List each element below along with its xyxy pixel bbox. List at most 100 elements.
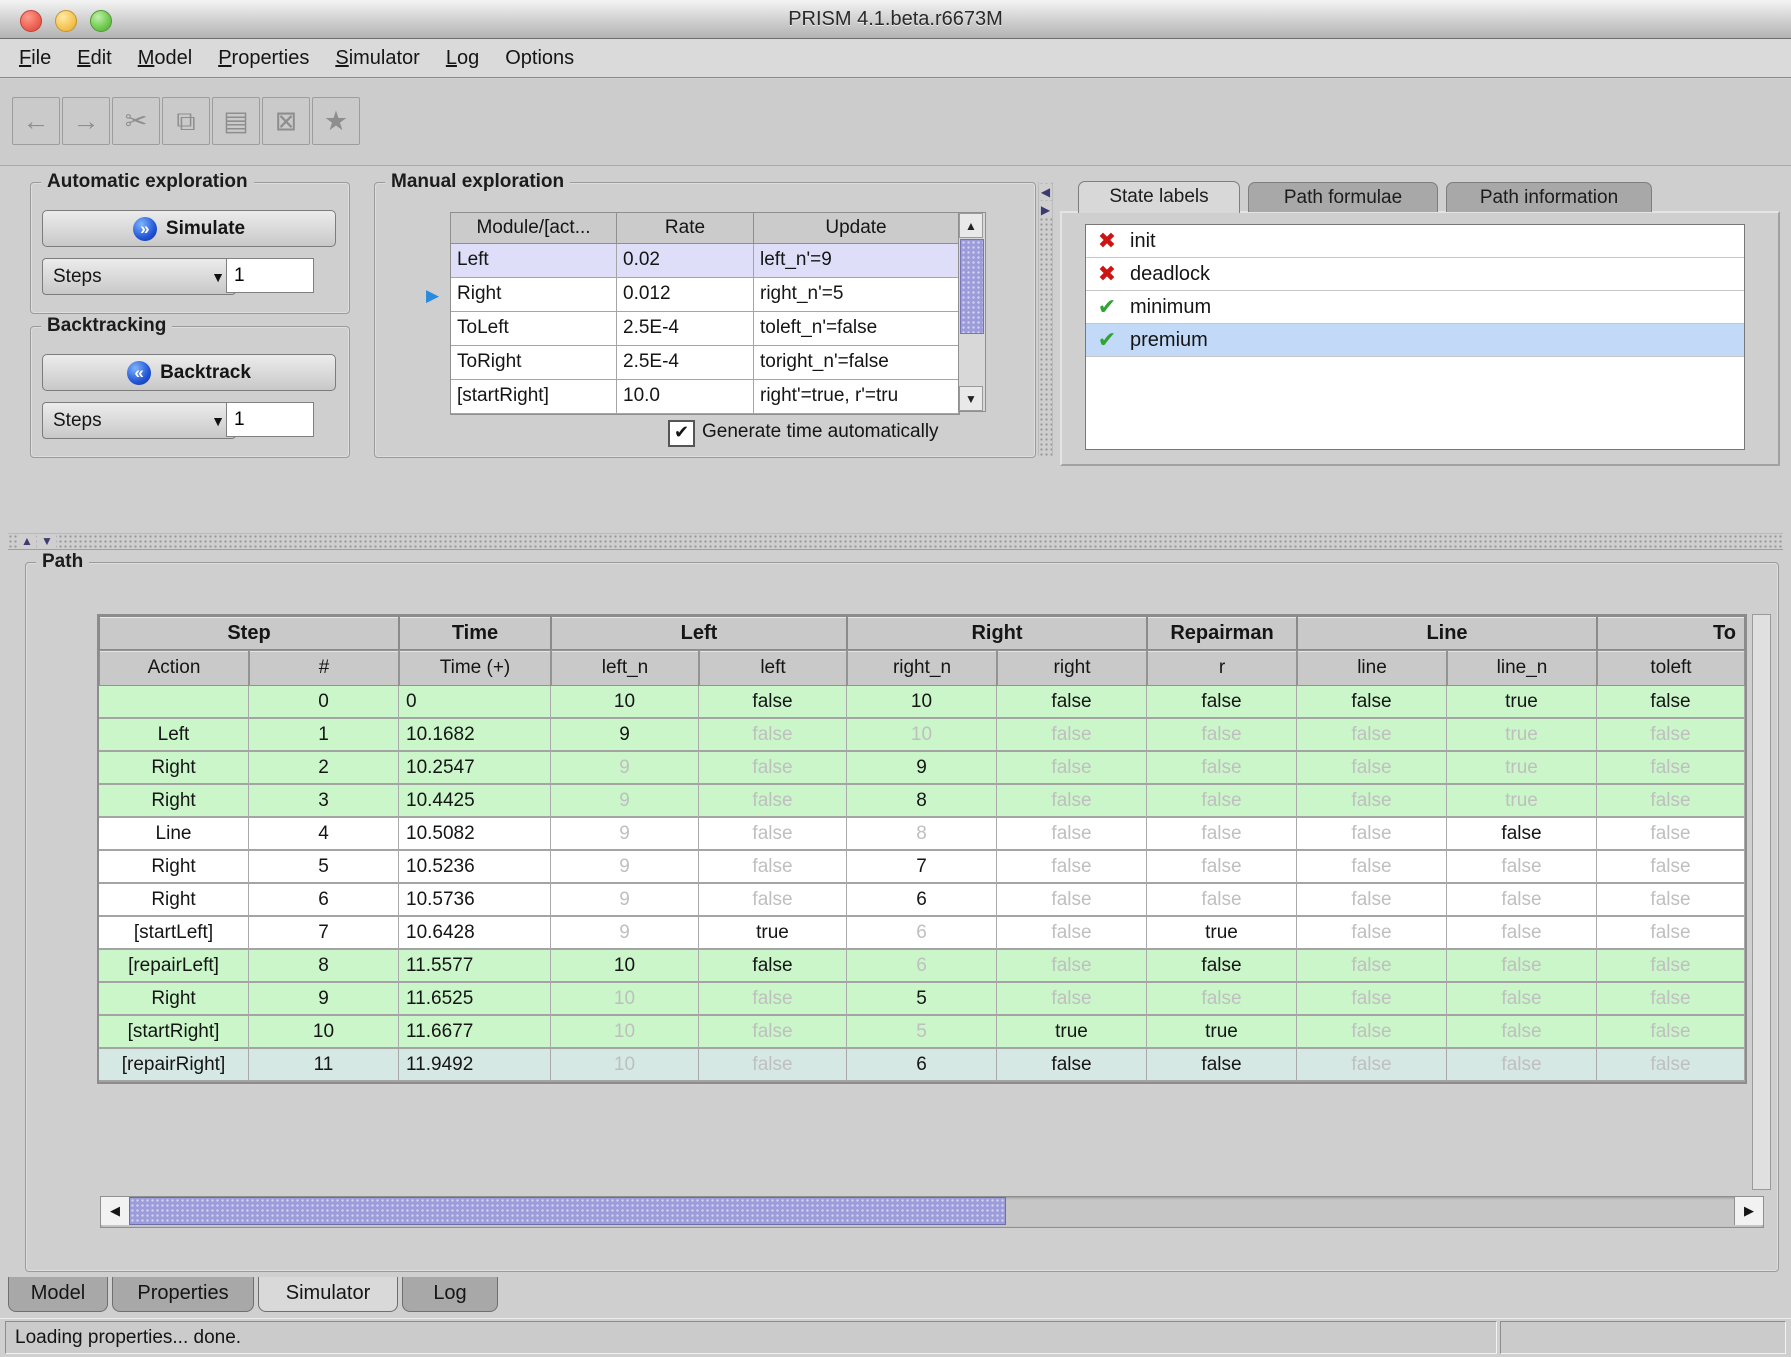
simulate-steps-dropdown[interactable]: Steps ▼ — [42, 258, 236, 295]
manual-table-row[interactable]: ToLeft2.5E-4toleft_n'=false — [451, 312, 959, 346]
manual-table-row[interactable]: [startRight]10.0right'=true, r'=tru — [451, 380, 959, 414]
path-table-cell: false — [699, 1049, 847, 1082]
path-table-cell: true — [1447, 719, 1597, 752]
state-label-item-deadlock[interactable]: ✖deadlock — [1086, 258, 1744, 291]
path-table-row[interactable]: [repairRight]1111.949210false6falsefalse… — [99, 1049, 1745, 1082]
path-table-cell: 9 — [551, 752, 699, 785]
manual-table-cell: [startRight] — [451, 380, 617, 413]
manual-col-header: Update — [754, 213, 959, 243]
scroll-right-icon[interactable]: ▶ — [1734, 1197, 1763, 1225]
tab-log[interactable]: Log — [402, 1277, 498, 1312]
path-table-row[interactable]: Right510.52369false7falsefalsefalsefalse… — [99, 851, 1745, 884]
path-table-row[interactable]: Left110.16829false10falsefalsefalsetruef… — [99, 719, 1745, 752]
path-table-row[interactable]: [repairLeft]811.557710false6falsefalsefa… — [99, 950, 1745, 983]
menu-file[interactable]: File — [6, 39, 64, 78]
path-table-cell: 10 — [551, 950, 699, 983]
path-table-cell: false — [1297, 851, 1447, 884]
path-table-cell: false — [699, 983, 847, 1016]
collapse-down-icon[interactable]: ▼ — [38, 534, 56, 549]
manual-table-cell: right_n'=5 — [754, 278, 959, 311]
manual-table-cell: 0.02 — [617, 244, 754, 277]
path-table-row[interactable]: Right210.25479false9falsefalsefalsetruef… — [99, 752, 1745, 785]
menu-simulator[interactable]: Simulator — [322, 39, 432, 78]
path-vertical-scrollbar[interactable] — [1752, 614, 1771, 1190]
path-horizontal-scrollbar[interactable]: ◀ ▶ — [100, 1196, 1764, 1228]
horizontal-splitter[interactable]: ▲ ▼ — [8, 533, 1783, 550]
path-table-cell: false — [1597, 686, 1745, 719]
path-table-row[interactable]: [startRight]1011.667710false5truetruefal… — [99, 1016, 1745, 1049]
tab-simulator[interactable]: Simulator — [258, 1277, 398, 1312]
copy-button[interactable]: ⧉ — [162, 97, 210, 145]
path-table-group-header: StepTimeLeftRightRepairmanLineTo — [99, 616, 1745, 650]
scrollbar-thumb[interactable] — [960, 239, 984, 334]
scroll-down-icon[interactable]: ▼ — [959, 386, 983, 411]
simulate-steps-input[interactable] — [226, 258, 314, 293]
backtracking-title: Backtracking — [41, 315, 172, 337]
state-label-item-init[interactable]: ✖init — [1086, 225, 1744, 258]
path-table-cell: true — [1147, 1016, 1297, 1049]
path-table-cell: true — [1147, 917, 1297, 950]
path-table-cell: 9 — [551, 785, 699, 818]
state-label-name: init — [1130, 230, 1156, 253]
path-table-cell: 6 — [847, 917, 997, 950]
path-table-cell: false — [1297, 983, 1447, 1016]
undo-button[interactable]: ← — [12, 97, 60, 145]
path-table-cell: false — [1147, 950, 1297, 983]
scroll-up-icon[interactable]: ▲ — [959, 213, 983, 238]
menu-edit[interactable]: Edit — [64, 39, 124, 78]
manual-table-row[interactable]: ToRight2.5E-4toright_n'=false — [451, 346, 959, 380]
path-table-cell: 11.6677 — [399, 1016, 551, 1049]
path-table-row[interactable]: Right310.44259false8falsefalsefalsetruef… — [99, 785, 1745, 818]
path-table-row[interactable]: Right610.57369false6falsefalsefalsefalse… — [99, 884, 1745, 917]
paste-button[interactable]: ▤ — [212, 97, 260, 145]
state-label-item-premium[interactable]: ✔premium — [1086, 324, 1744, 357]
tab-path-information[interactable]: Path information — [1446, 182, 1652, 212]
path-table-cell: false — [1147, 983, 1297, 1016]
path-group-header: To — [1597, 616, 1745, 650]
path-table-row[interactable]: [startLeft]710.64289true6falsetruefalsef… — [99, 917, 1745, 950]
collapse-left-icon[interactable]: ◀ — [1039, 184, 1052, 200]
path-table-cell: 3 — [249, 785, 399, 818]
delete-button[interactable]: ⊠ — [262, 97, 310, 145]
path-table-cell: 0 — [399, 686, 551, 719]
path-col-header: right_n — [847, 650, 997, 686]
path-table-cell: false — [699, 818, 847, 851]
simulate-button[interactable]: » Simulate — [42, 210, 336, 247]
redo-button[interactable]: → — [62, 97, 110, 145]
manual-table-row[interactable]: Left0.02left_n'=9 — [451, 244, 959, 278]
menu-model[interactable]: Model — [125, 39, 205, 78]
state-label-list: ✖init✖deadlock✔minimum✔premium — [1085, 224, 1745, 450]
scroll-left-icon[interactable]: ◀ — [101, 1197, 130, 1225]
path-table-cell: false — [1447, 818, 1597, 851]
path-group-header: Time — [399, 616, 551, 650]
generate-time-checkbox[interactable]: ✔ — [668, 420, 695, 447]
backtrack-steps-dropdown[interactable]: Steps ▼ — [42, 402, 236, 439]
manual-col-header: Rate — [617, 213, 754, 243]
tab-properties[interactable]: Properties — [112, 1277, 254, 1312]
scrollbar-thumb[interactable] — [129, 1197, 1006, 1225]
collapse-right-icon[interactable]: ▶ — [1039, 202, 1052, 218]
collapse-up-icon[interactable]: ▲ — [18, 534, 36, 549]
tab-path-formulae[interactable]: Path formulae — [1248, 182, 1438, 212]
path-table-row[interactable]: Right911.652510false5falsefalsefalsefals… — [99, 983, 1745, 1016]
menu-properties[interactable]: Properties — [205, 39, 322, 78]
state-label-item-minimum[interactable]: ✔minimum — [1086, 291, 1744, 324]
star-button[interactable]: ★ — [312, 97, 360, 145]
tab-state-labels[interactable]: State labels — [1078, 181, 1240, 213]
tab-model[interactable]: Model — [8, 1277, 108, 1312]
manual-table-scrollbar[interactable]: ▲ ▼ — [958, 212, 986, 412]
cut-button[interactable]: ✂ — [112, 97, 160, 145]
path-table-cell: [repairRight] — [99, 1049, 249, 1082]
path-group-header: Step — [99, 616, 399, 650]
manual-table-row[interactable]: Right0.012right_n'=5 — [451, 278, 959, 312]
menu-log[interactable]: Log — [433, 39, 492, 78]
manual-table-cell: toleft_n'=false — [754, 312, 959, 345]
path-table-row[interactable]: Line410.50829false8falsefalsefalsefalsef… — [99, 818, 1745, 851]
vertical-splitter[interactable]: ◀ ▶ — [1038, 182, 1053, 456]
backtrack-button[interactable]: « Backtrack — [42, 354, 336, 391]
path-table-row[interactable]: 0010false10falsefalsefalsetruefalse — [99, 686, 1745, 719]
backtrack-steps-input[interactable] — [226, 402, 314, 437]
window-title: PRISM 4.1.beta.r6673M — [0, 0, 1791, 38]
menu-options[interactable]: Options — [492, 39, 587, 78]
status-bar: Loading properties... done. — [0, 1318, 1791, 1357]
